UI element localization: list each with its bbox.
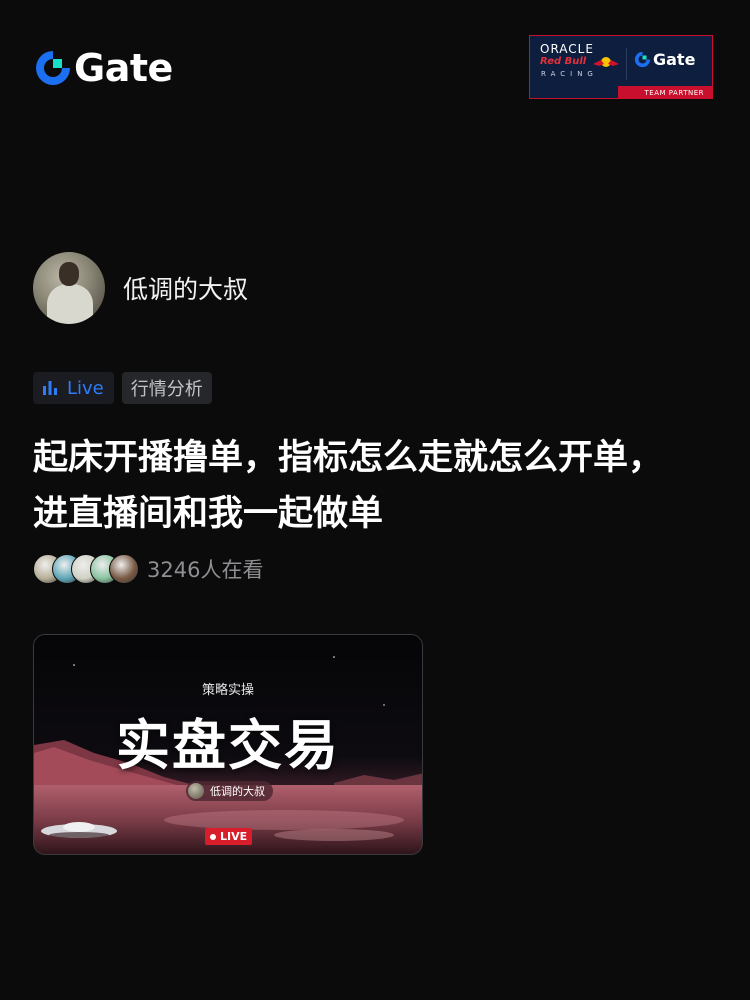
team-partner-banner: ORACLE Red Bull RACING Gate TEAM PARTNER — [529, 35, 713, 99]
post-page: Gate ORACLE Red Bull RACING Gate TEAM PA… — [0, 0, 750, 1000]
live-badge: LIVE — [205, 828, 253, 845]
stream-host-name: 低调的大叔 — [210, 785, 265, 798]
gate-logo-text: Gate — [74, 46, 173, 90]
author-name[interactable]: 低调的大叔 — [123, 270, 248, 306]
author-avatar[interactable] — [33, 252, 105, 324]
live-bars-icon — [43, 381, 57, 395]
viewers-row: 3246人在看 — [33, 554, 263, 584]
red-bull-icon — [593, 57, 619, 67]
partner-gate-logo: Gate — [634, 50, 695, 69]
partner-divider — [626, 48, 627, 80]
author-row[interactable]: 低调的大叔 — [33, 252, 248, 324]
post-title: 起床开播撸单，指标怎么走就怎么开单，进直播间和我一起做单 — [33, 438, 664, 534]
live-tag-label: Live — [67, 377, 104, 399]
viewer-avatar — [109, 554, 139, 584]
stream-headline: 实盘交易 — [116, 714, 340, 777]
live-tag[interactable]: Live — [33, 372, 114, 404]
stream-host-avatar — [188, 783, 204, 799]
live-stream-card[interactable]: 策略实操 实盘交易 低调的大叔 LIVE — [33, 634, 423, 855]
redbull-wordmark: Red Bull — [540, 56, 587, 67]
stream-host-chip: 低调的大叔 — [186, 781, 273, 801]
post-tags: Live 行情分析 — [33, 372, 212, 404]
racing-wordmark: RACING — [541, 70, 598, 78]
team-partner-label: TEAM PARTNER — [644, 89, 704, 97]
oracle-wordmark: ORACLE — [540, 42, 594, 56]
category-tag[interactable]: 行情分析 — [121, 372, 212, 404]
avatar-head — [59, 262, 79, 286]
gate-logo-icon — [36, 51, 70, 85]
viewer-avatars — [33, 554, 139, 584]
category-tag-label: 行情分析 — [130, 379, 203, 400]
partner-gate-text: Gate — [653, 50, 696, 69]
live-dot-icon — [210, 833, 216, 840]
avatar-body — [47, 284, 93, 324]
gate-logo[interactable]: Gate — [34, 48, 173, 88]
viewer-count: 3246人在看 — [147, 558, 264, 582]
stream-subtitle: 策略实操 — [201, 683, 254, 698]
live-badge-label: LIVE — [220, 830, 248, 843]
partner-gate-icon — [634, 51, 651, 68]
